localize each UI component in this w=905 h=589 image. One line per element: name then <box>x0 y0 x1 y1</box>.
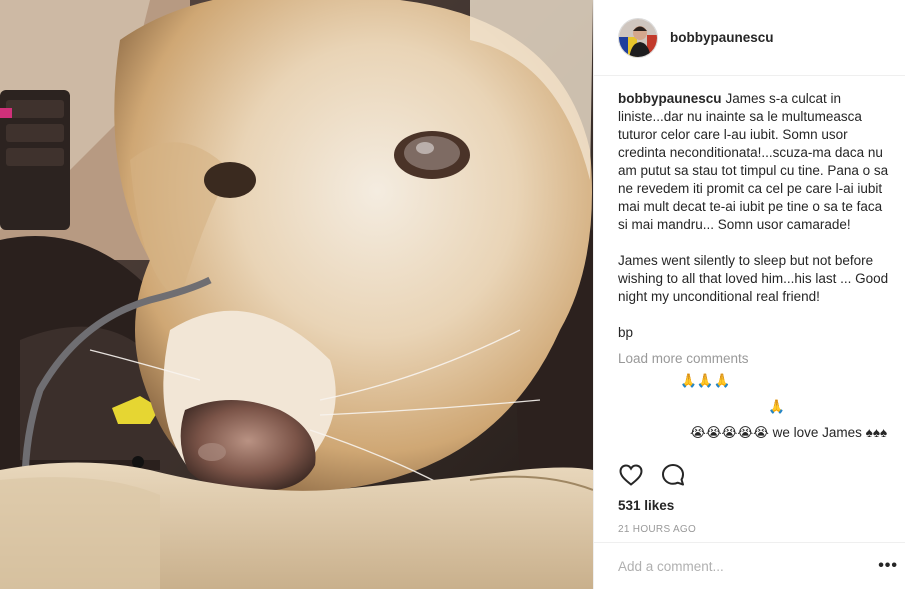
likes-count[interactable]: 531 likes <box>618 498 674 513</box>
add-comment-input[interactable] <box>618 558 858 574</box>
comment-line: 😭😭😭😭😭 we love James ♠♠♠ <box>690 425 888 440</box>
comment-line: 🙏🙏🙏 <box>680 373 731 388</box>
post-header: bobbypaunescu <box>594 0 905 76</box>
post-timestamp[interactable]: 21 HOURS AGO <box>618 524 696 535</box>
caption: bobbypaunescu James s-a culcat in liniste… <box>618 90 890 342</box>
header-username[interactable]: bobbypaunescu <box>670 30 774 45</box>
avatar-image <box>619 18 657 57</box>
post-actions <box>594 459 905 491</box>
heart-outline-icon[interactable] <box>618 462 644 488</box>
speech-bubble-icon[interactable] <box>660 462 686 488</box>
post-photo[interactable] <box>0 0 593 589</box>
dog-photo-illustration <box>0 0 593 589</box>
post-side-panel: bobbypaunescu bobbypaunescu James s-a cul… <box>593 0 905 589</box>
comments-section: bobbypaunescu James s-a culcat in liniste… <box>618 90 890 456</box>
add-comment-bar: ••• <box>594 542 905 589</box>
load-more-comments-button[interactable]: Load more comments <box>618 350 890 368</box>
caption-text: James s-a culcat in liniste...dar nu ina… <box>618 91 889 340</box>
avatar[interactable] <box>618 17 658 58</box>
caption-username[interactable]: bobbypaunescu <box>618 91 722 106</box>
ellipsis-icon[interactable]: ••• <box>878 557 898 575</box>
comment-line: 🙏 <box>768 399 785 414</box>
instagram-post-modal: bobbypaunescu bobbypaunescu James s-a cul… <box>0 0 905 589</box>
